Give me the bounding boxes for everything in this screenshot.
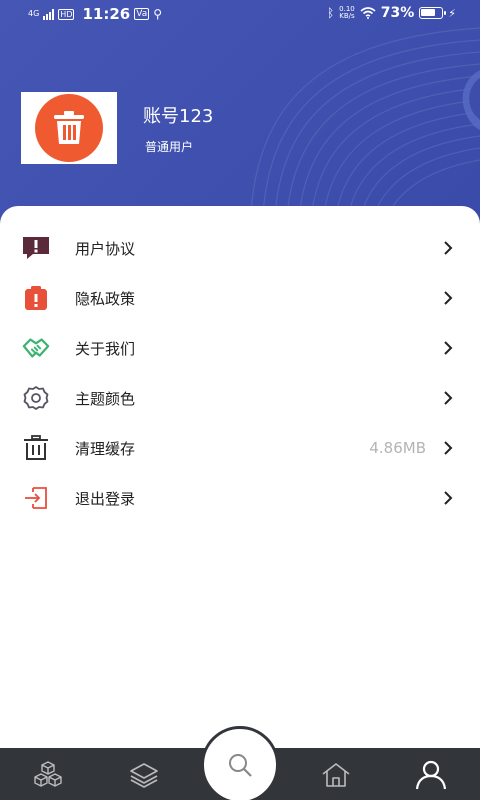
menu-label: 隐私政策 [75, 290, 136, 308]
menu-item-user-agreement[interactable]: 用户协议 [0, 223, 480, 273]
menu-label: 用户协议 [75, 240, 136, 258]
menu-label: 退出登录 [75, 490, 136, 508]
bluetooth-icon: ᛒ [326, 6, 335, 20]
trash-icon [22, 435, 50, 461]
chevron-right-icon [444, 291, 453, 305]
chevron-right-icon [444, 441, 453, 455]
nav-cubes[interactable] [30, 758, 66, 792]
user-agreement-icon [22, 235, 50, 261]
menu-label: 清理缓存 [75, 440, 136, 458]
nav-profile[interactable] [413, 758, 449, 792]
battery-percent: 73% [380, 5, 415, 21]
network-speed: 0.10 KB/s [339, 6, 355, 20]
network-type: 4G [28, 9, 40, 18]
menu-item-privacy-policy[interactable]: 隐私政策 [0, 273, 480, 323]
battery-icon [419, 7, 447, 19]
username: 账号123 [143, 106, 214, 127]
handshake-icon [22, 335, 50, 361]
nav-home[interactable] [318, 758, 354, 792]
notification-badge: Va [134, 8, 150, 20]
cubes-icon [34, 761, 62, 787]
avatar-circle [35, 94, 103, 162]
nav-search[interactable] [201, 726, 279, 800]
nav-layers[interactable] [126, 758, 162, 792]
user-type: 普通用户 [145, 140, 194, 154]
network-indicator: 4G [28, 10, 39, 18]
menu-item-theme-color[interactable]: 主题颜色 [0, 373, 480, 423]
speed-unit: KB/s [339, 12, 355, 20]
menu-item-logout[interactable]: 退出登录 [0, 473, 480, 523]
menu-label: 主题颜色 [75, 390, 136, 408]
charging-icon: ⚡ [448, 6, 456, 20]
status-bar: 4G HD 11:26 Va ⚲ ᛒ 0.10 KB/s 73% ⚡ [0, 0, 480, 28]
chevron-right-icon [444, 491, 453, 505]
layers-icon [130, 763, 158, 788]
menu-item-about-us[interactable]: 关于我们 [0, 323, 480, 373]
usb-icon: ⚲ [153, 7, 163, 21]
privacy-policy-icon [22, 285, 50, 311]
user-icon [415, 760, 447, 790]
cache-size: 4.86MB [369, 439, 426, 457]
logout-icon [22, 485, 50, 511]
chevron-right-icon [444, 241, 453, 255]
signal-icon [43, 8, 55, 20]
home-icon [322, 763, 350, 787]
trash-bin-icon [54, 111, 84, 144]
chevron-right-icon [444, 391, 453, 405]
avatar[interactable] [21, 92, 117, 164]
clock: 11:26 [82, 5, 131, 23]
settings-card: 用户协议 隐私政策 关于我们 主题颜色 清理缓存 4.86MB 退出登录 [0, 206, 480, 766]
search-icon [229, 754, 252, 777]
gear-icon [22, 385, 50, 411]
chevron-right-icon [444, 341, 453, 355]
wifi-icon [360, 7, 376, 19]
hd-badge: HD [58, 8, 75, 20]
menu-label: 关于我们 [75, 340, 136, 358]
menu-item-clear-cache[interactable]: 清理缓存 4.86MB [0, 423, 480, 473]
